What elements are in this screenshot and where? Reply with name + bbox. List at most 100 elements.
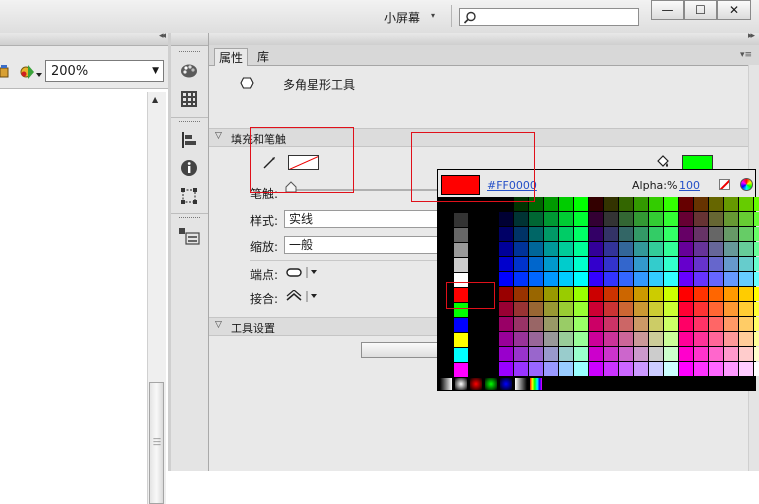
color-swatch[interactable] bbox=[649, 347, 663, 361]
color-swatch[interactable] bbox=[634, 287, 648, 301]
stroke-color-swatch[interactable] bbox=[288, 155, 319, 170]
color-swatch[interactable] bbox=[694, 257, 708, 271]
color-swatch[interactable] bbox=[559, 362, 573, 376]
basic-color-swatch[interactable] bbox=[454, 213, 468, 227]
color-swatch[interactable] bbox=[544, 242, 558, 256]
color-swatch[interactable] bbox=[619, 362, 633, 376]
color-swatch[interactable] bbox=[664, 332, 678, 346]
color-swatch[interactable] bbox=[679, 317, 693, 331]
color-swatch[interactable] bbox=[544, 197, 558, 211]
color-swatch[interactable] bbox=[739, 272, 753, 286]
color-swatch[interactable] bbox=[649, 317, 663, 331]
color-swatch[interactable] bbox=[589, 302, 603, 316]
color-swatch[interactable] bbox=[739, 257, 753, 271]
color-swatch[interactable] bbox=[709, 317, 723, 331]
color-swatch[interactable] bbox=[514, 287, 528, 301]
color-swatch[interactable] bbox=[754, 212, 759, 226]
color-swatch[interactable] bbox=[694, 227, 708, 241]
stage-vertical-scrollbar[interactable]: ▲ — — — bbox=[147, 92, 166, 504]
color-swatch[interactable] bbox=[589, 317, 603, 331]
color-swatch[interactable] bbox=[709, 287, 723, 301]
color-swatch[interactable] bbox=[574, 332, 588, 346]
color-swatch[interactable] bbox=[604, 302, 618, 316]
color-swatch[interactable] bbox=[634, 227, 648, 241]
hex-color-value[interactable]: #FF0000 bbox=[487, 179, 537, 192]
color-swatch[interactable] bbox=[724, 227, 738, 241]
color-swatch[interactable] bbox=[499, 212, 513, 226]
color-swatch[interactable] bbox=[709, 302, 723, 316]
basic-color-swatch[interactable] bbox=[454, 228, 468, 242]
color-swatch[interactable] bbox=[664, 197, 678, 211]
color-swatch[interactable] bbox=[544, 272, 558, 286]
basic-color-swatch[interactable] bbox=[454, 303, 468, 317]
transform-icon[interactable] bbox=[180, 187, 198, 205]
color-swatch[interactable] bbox=[574, 302, 588, 316]
color-swatch[interactable] bbox=[679, 257, 693, 271]
color-swatch[interactable] bbox=[739, 212, 753, 226]
color-swatch[interactable] bbox=[514, 347, 528, 361]
color-swatch[interactable] bbox=[499, 272, 513, 286]
tab-properties[interactable]: 属性 bbox=[214, 48, 249, 66]
color-swatch[interactable] bbox=[514, 197, 528, 211]
color-swatch[interactable] bbox=[634, 257, 648, 271]
scroll-up-arrow-icon[interactable]: ▲ bbox=[152, 95, 158, 104]
color-swatch[interactable] bbox=[604, 197, 618, 211]
color-swatch[interactable] bbox=[574, 197, 588, 211]
color-swatch[interactable] bbox=[619, 317, 633, 331]
color-swatch[interactable] bbox=[604, 332, 618, 346]
color-swatch[interactable] bbox=[559, 332, 573, 346]
color-swatch[interactable] bbox=[559, 287, 573, 301]
color-swatch[interactable] bbox=[694, 197, 708, 211]
color-swatch[interactable] bbox=[574, 317, 588, 331]
color-swatch[interactable] bbox=[529, 287, 543, 301]
maximize-button[interactable]: ☐ bbox=[684, 0, 717, 20]
components-icon[interactable] bbox=[178, 227, 200, 245]
gradient-swatch[interactable] bbox=[529, 377, 543, 391]
color-swatch[interactable] bbox=[634, 362, 648, 376]
minimize-button[interactable]: — bbox=[651, 0, 684, 20]
close-button[interactable]: ✕ bbox=[717, 0, 751, 20]
color-swatch[interactable] bbox=[499, 332, 513, 346]
color-swatch[interactable] bbox=[544, 227, 558, 241]
color-swatch[interactable] bbox=[709, 227, 723, 241]
color-swatch[interactable] bbox=[679, 332, 693, 346]
color-swatch[interactable] bbox=[499, 317, 513, 331]
color-swatch[interactable] bbox=[619, 287, 633, 301]
alpha-value[interactable]: 100 bbox=[679, 179, 700, 192]
color-swatch[interactable] bbox=[709, 257, 723, 271]
color-swatch[interactable] bbox=[544, 212, 558, 226]
color-swatch[interactable] bbox=[529, 302, 543, 316]
color-swatch[interactable] bbox=[694, 302, 708, 316]
color-swatch[interactable] bbox=[754, 227, 759, 241]
stroke-width-slider-track[interactable] bbox=[289, 189, 437, 191]
color-swatch[interactable] bbox=[589, 362, 603, 376]
color-swatch[interactable] bbox=[619, 302, 633, 316]
color-swatch[interactable] bbox=[499, 227, 513, 241]
color-swatch[interactable] bbox=[604, 227, 618, 241]
strip-grip[interactable] bbox=[179, 121, 200, 125]
color-wheel-icon[interactable] bbox=[740, 178, 753, 191]
color-swatch[interactable] bbox=[724, 287, 738, 301]
color-swatch[interactable] bbox=[679, 362, 693, 376]
color-swatch[interactable] bbox=[724, 257, 738, 271]
color-swatch[interactable] bbox=[649, 302, 663, 316]
edit-scene-icon[interactable] bbox=[0, 63, 14, 81]
color-swatch[interactable] bbox=[694, 347, 708, 361]
color-swatch[interactable] bbox=[709, 212, 723, 226]
color-swatch[interactable] bbox=[604, 272, 618, 286]
color-swatch[interactable] bbox=[619, 332, 633, 346]
color-swatch[interactable] bbox=[529, 362, 543, 376]
color-swatch[interactable] bbox=[499, 362, 513, 376]
color-swatch[interactable] bbox=[664, 302, 678, 316]
color-swatch[interactable] bbox=[574, 212, 588, 226]
color-swatch[interactable] bbox=[724, 302, 738, 316]
scale-select[interactable]: 一般 bbox=[284, 236, 439, 254]
color-swatch[interactable] bbox=[514, 212, 528, 226]
color-swatch[interactable] bbox=[754, 332, 759, 346]
color-swatch[interactable] bbox=[544, 317, 558, 331]
color-swatch[interactable] bbox=[559, 347, 573, 361]
color-swatch[interactable] bbox=[514, 242, 528, 256]
gradient-swatch[interactable] bbox=[514, 377, 528, 391]
color-swatch[interactable] bbox=[499, 287, 513, 301]
color-swatch[interactable] bbox=[694, 317, 708, 331]
